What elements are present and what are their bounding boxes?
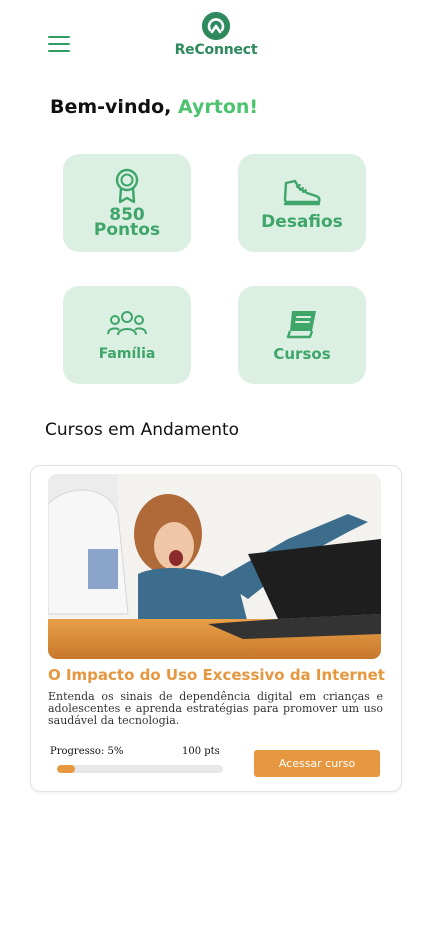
welcome-greeting: Bem-vindo, [50,96,172,118]
welcome-heading: Bem-vindo, Ayrton! [50,96,258,118]
tile-challenges[interactable]: Desafios [238,154,366,252]
points-label: Pontos [93,220,161,240]
course-description: Entenda os sinais de dependência digital… [48,690,383,727]
family-label: Família [98,345,156,362]
family-group-icon [107,310,147,335]
course-image [48,474,381,659]
section-title: Cursos em Andamento [45,420,240,440]
challenges-label: Desafios [261,211,343,232]
app-logo: ReConnect [170,12,262,64]
user-name: Ayrton! [177,96,259,118]
book-icon [286,310,316,338]
hamburger-menu-icon[interactable] [48,36,70,56]
courses-label: Cursos [273,344,331,363]
reconnect-logo-icon [202,12,230,40]
tile-courses[interactable]: Cursos [238,286,366,384]
progress-bar [57,765,223,773]
logo-text: ReConnect [174,42,258,58]
progress-bar-fill [57,765,76,773]
award-medal-icon [115,168,139,204]
progress-label: Progresso: 5% [50,746,124,757]
course-title[interactable]: O Impacto do Uso Excessivo da Internet [48,666,385,684]
tile-points[interactable]: 850 Pontos [63,154,191,252]
sneaker-icon [283,179,321,205]
tile-family[interactable]: Família [63,286,191,384]
access-course-button[interactable]: Acessar curso [254,750,380,777]
course-points: 100 pts [182,746,220,757]
